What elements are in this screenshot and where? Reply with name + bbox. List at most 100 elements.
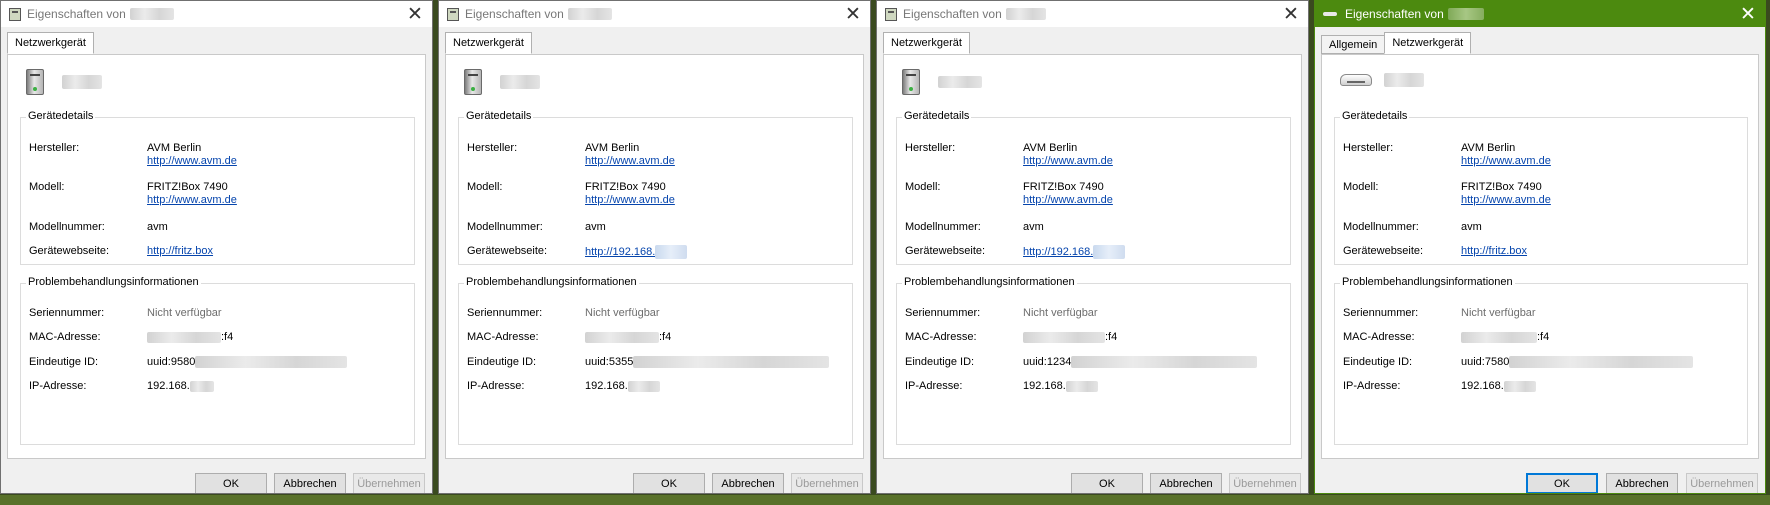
- serial-label: Seriennummer:: [905, 307, 981, 319]
- website-value[interactable]: http://192.168.: [1023, 245, 1126, 259]
- model-label: Modell:: [29, 181, 65, 193]
- website-link[interactable]: http://192.168.: [585, 246, 655, 258]
- website-label: Gerätewebseite:: [467, 245, 548, 257]
- manufacturer-label: Hersteller:: [467, 142, 518, 154]
- ip-value: 192.168.: [1461, 380, 1536, 392]
- manufacturer-value: AVM Berlin: [1023, 142, 1078, 154]
- tab-network-device[interactable]: Netzwerkgerät: [445, 32, 532, 54]
- model-value: FRITZ!Box 7490: [147, 181, 228, 193]
- device-header: [464, 69, 540, 95]
- uid-label: Eindeutige ID:: [467, 356, 537, 368]
- website-value[interactable]: http://192.168.: [585, 245, 688, 259]
- apply-button[interactable]: Übernehmen: [791, 473, 863, 493]
- uid-value: uuid:7580: [1461, 356, 1694, 369]
- tab-network-device[interactable]: Netzwerkgerät: [7, 32, 94, 54]
- manufacturer-label: Hersteller:: [1343, 142, 1394, 154]
- website-link[interactable]: http://192.168.: [1023, 246, 1093, 258]
- apply-button[interactable]: Übernehmen: [353, 473, 425, 493]
- serial-label: Seriennummer:: [1343, 307, 1419, 319]
- serial-value: Nicht verfügbar: [1461, 307, 1536, 319]
- ip-value: 192.168.: [585, 380, 660, 392]
- website-label: Gerätewebseite:: [29, 245, 110, 257]
- tab-general[interactable]: Allgemein: [1321, 35, 1386, 54]
- uid-prefix: uuid:5355: [585, 356, 634, 368]
- manufacturer-link[interactable]: http://www.avm.de: [1461, 155, 1551, 167]
- network-device-icon: [902, 69, 920, 95]
- ok-button[interactable]: OK: [1071, 473, 1143, 493]
- cancel-button[interactable]: Abbrechen: [712, 473, 784, 493]
- ip-prefix: 192.168.: [1023, 380, 1066, 392]
- website-link[interactable]: http://fritz.box: [147, 245, 213, 257]
- device-header: [26, 69, 102, 95]
- mac-value: :f4: [1461, 331, 1549, 343]
- device-header: [902, 69, 982, 95]
- tab-network-device[interactable]: Netzwerkgerät: [1384, 32, 1472, 54]
- manufacturer-link[interactable]: http://www.avm.de: [585, 155, 675, 167]
- close-button[interactable]: ✕: [1274, 1, 1308, 27]
- router-icon: [1340, 74, 1372, 86]
- mac-suffix: :f4: [659, 331, 672, 343]
- troubleshooting-group: Problembehandlungsinformationen Seriennu…: [458, 276, 853, 445]
- tab-panel: Gerätedetails Hersteller: AVM Berlin htt…: [883, 54, 1302, 459]
- mac-value: :f4: [585, 331, 671, 343]
- model-link[interactable]: http://www.avm.de: [585, 194, 675, 206]
- redacted-ip: [189, 380, 214, 392]
- ip-label: IP-Adresse:: [905, 380, 963, 392]
- properties-dialog-3: Eigenschaften von ✕ Netzwerkgerät Geräte…: [876, 0, 1309, 494]
- serial-label: Seriennummer:: [29, 307, 105, 319]
- cancel-button[interactable]: Abbrechen: [1150, 473, 1222, 493]
- apply-button[interactable]: Übernehmen: [1229, 473, 1301, 493]
- window-title: Eigenschaften von: [1345, 7, 1444, 21]
- group-title: Gerätedetails: [464, 110, 534, 122]
- device-details-group: Gerätedetails Hersteller: AVM Berlin htt…: [896, 110, 1291, 265]
- manufacturer-link[interactable]: http://www.avm.de: [1023, 155, 1113, 167]
- serial-value: Nicht verfügbar: [1023, 307, 1098, 319]
- close-button[interactable]: ✕: [1731, 1, 1765, 27]
- cancel-button[interactable]: Abbrechen: [274, 473, 346, 493]
- ok-button[interactable]: OK: [1526, 473, 1598, 493]
- tab-panel: Gerätedetails Hersteller: AVM Berlin htt…: [7, 54, 426, 459]
- tab-network-device[interactable]: Netzwerkgerät: [883, 32, 970, 54]
- uid-label: Eindeutige ID:: [1343, 356, 1413, 368]
- title-bar[interactable]: Eigenschaften von ✕: [877, 1, 1308, 27]
- website-label: Gerätewebseite:: [1343, 245, 1424, 257]
- redacted-mac: [585, 331, 659, 343]
- redacted-device-name: [938, 76, 982, 88]
- model-value: FRITZ!Box 7490: [1023, 181, 1104, 193]
- title-bar[interactable]: Eigenschaften von ✕: [1, 1, 432, 27]
- mac-suffix: :f4: [1105, 331, 1118, 343]
- uid-value: uuid:5355: [585, 356, 830, 369]
- model-label: Modell:: [905, 181, 941, 193]
- window-title: Eigenschaften von: [903, 7, 1002, 21]
- redacted-ip: [1093, 245, 1126, 259]
- model-link[interactable]: http://www.avm.de: [1023, 194, 1113, 206]
- model-link[interactable]: http://www.avm.de: [1461, 194, 1551, 206]
- redacted-device-name: [62, 75, 102, 89]
- tab-strip: Netzwerkgerät: [7, 32, 94, 54]
- redacted-ip: [1065, 380, 1098, 392]
- website-link[interactable]: http://fritz.box: [1461, 245, 1527, 257]
- manufacturer-link[interactable]: http://www.avm.de: [147, 155, 237, 167]
- uid-prefix: uuid:9580: [147, 356, 196, 368]
- model-label: Modell:: [1343, 181, 1379, 193]
- model-link[interactable]: http://www.avm.de: [147, 194, 237, 206]
- close-button[interactable]: ✕: [836, 1, 870, 27]
- group-title: Problembehandlungsinformationen: [464, 276, 639, 288]
- troubleshooting-group: Problembehandlungsinformationen Seriennu…: [20, 276, 415, 445]
- cancel-button[interactable]: Abbrechen: [1606, 473, 1678, 493]
- redacted-device-name: [1005, 8, 1046, 20]
- model-number-value: avm: [1461, 221, 1482, 233]
- group-title: Problembehandlungsinformationen: [1340, 276, 1515, 288]
- properties-dialog-1: Eigenschaften von ✕ Netzwerkgerät Geräte…: [0, 0, 433, 494]
- title-bar[interactable]: Eigenschaften von ✕: [439, 1, 870, 27]
- close-button[interactable]: ✕: [398, 1, 432, 27]
- title-bar[interactable]: Eigenschaften von ✕: [1315, 1, 1765, 27]
- redacted-ip: [1503, 380, 1536, 392]
- serial-value: Nicht verfügbar: [147, 307, 222, 319]
- window-title: Eigenschaften von: [465, 7, 564, 21]
- ok-button[interactable]: OK: [633, 473, 705, 493]
- model-number-label: Modellnummer:: [905, 221, 981, 233]
- uid-value: uuid:1234: [1023, 356, 1258, 369]
- ok-button[interactable]: OK: [195, 473, 267, 493]
- apply-button[interactable]: Übernehmen: [1686, 473, 1758, 493]
